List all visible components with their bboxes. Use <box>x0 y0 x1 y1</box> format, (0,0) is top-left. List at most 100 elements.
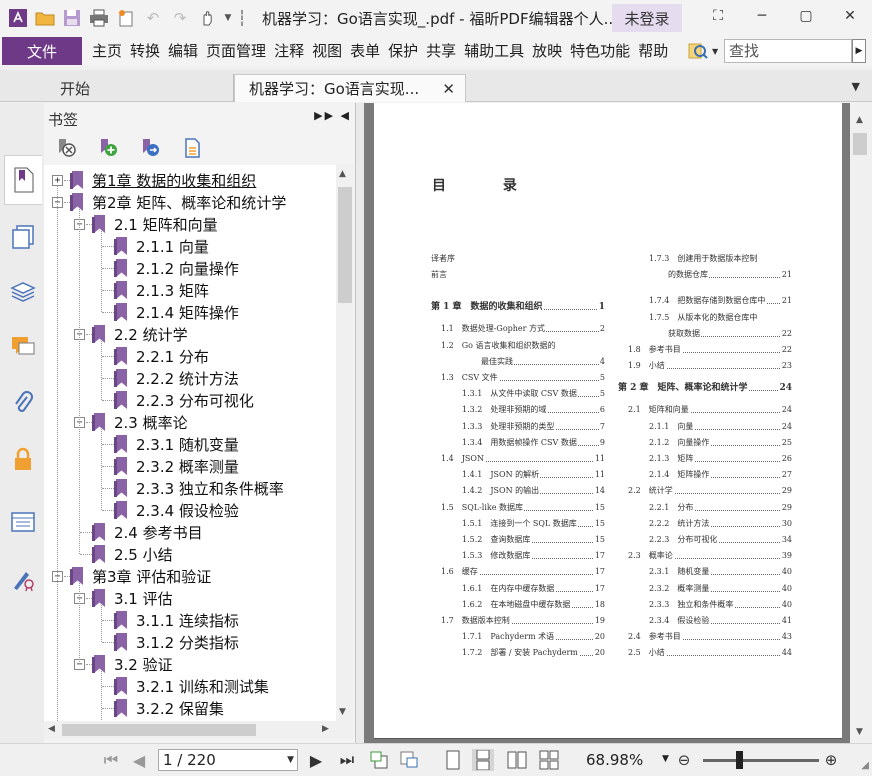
scroll-up-icon[interactable]: ▲ <box>856 115 863 125</box>
save-icon[interactable] <box>60 6 84 30</box>
signature-icon[interactable] <box>6 563 40 595</box>
ribbon-tab-8[interactable]: 保护 <box>384 37 422 65</box>
toc-entry[interactable]: 1.3.4 用数据帧操作 CSV 数据 9 <box>462 437 605 448</box>
ribbon-tab-2[interactable]: 转换 <box>126 37 164 65</box>
ribbon-tab-12[interactable]: 特色功能 <box>566 37 634 65</box>
next-page-icon[interactable]: ▶ <box>305 749 327 771</box>
hand-tool-icon[interactable] <box>195 6 219 30</box>
scroll-down-icon[interactable]: ▼ <box>339 707 346 717</box>
ribbon-tab-1[interactable]: 主页 <box>88 37 126 65</box>
ribbon-tab-6[interactable]: 视图 <box>308 37 346 65</box>
toc-entry[interactable]: 2.1.1 向量 24 <box>649 421 792 432</box>
zoom-out-icon[interactable]: ⊖ <box>673 749 695 771</box>
toc-entry[interactable]: 最佳实践 4 <box>481 356 605 367</box>
fullscreen-icon[interactable]: ⛶ <box>696 0 740 32</box>
bookmark-item[interactable]: 2.1.3 矩阵 <box>114 279 209 301</box>
bookmark-item[interactable]: 3.2.2 保留集 <box>114 697 224 719</box>
previous-page-icon[interactable]: ◀ <box>128 749 150 771</box>
tab-document[interactable]: 机器学习：Go语言实现... ✕ <box>234 74 466 102</box>
attachments-icon[interactable] <box>6 388 40 420</box>
comments-icon[interactable] <box>6 331 40 363</box>
toc-entry[interactable]: 1.5.2 查询数据库 15 <box>462 535 605 545</box>
toc-entry[interactable]: 1.4.2 JSON 的输出 14 <box>462 486 605 497</box>
scroll-left-icon[interactable]: ◀ <box>48 724 55 734</box>
bookmark-item[interactable]: 2.3.2 概率测量 <box>114 455 239 477</box>
toc-entry[interactable]: 1.5 SQL-like 数据库 15 <box>441 502 605 513</box>
ribbon-tab-5[interactable]: 注释 <box>270 37 308 65</box>
form-fields-icon[interactable] <box>6 506 40 538</box>
toc-entry[interactable]: 1.2 Go 语言收集和组织数据的 <box>441 340 605 351</box>
toc-entry[interactable]: 2.3.1 随机变量 40 <box>649 567 792 578</box>
toc-entry[interactable]: 2.2.3 分布可视化 34 <box>649 535 792 545</box>
toc-entry[interactable]: 2.5 小结 44 <box>628 648 792 659</box>
toc-entry[interactable]: 1.5.3 修改数据库 17 <box>462 551 605 562</box>
toc-entry[interactable]: 1.3 CSV 文件 5 <box>441 373 605 383</box>
zoom-slider[interactable] <box>703 759 819 762</box>
toc-entry[interactable]: 2.3.4 假设检验 41 <box>649 616 792 626</box>
toc-entry[interactable]: 1.7.2 部署 / 安装 Pachyderm 20 <box>462 648 605 659</box>
zoom-slider-handle[interactable] <box>736 751 743 769</box>
toc-entry[interactable]: 1.4 JSON 11 <box>441 454 605 464</box>
file-menu-button[interactable]: 文件 <box>2 37 82 65</box>
bookmark-item[interactable]: 2.2 统计学 <box>92 323 188 345</box>
bookmark-horizontal-scrollbar[interactable]: ◀ ▶ <box>44 721 354 739</box>
bookmark-item[interactable]: 2.1.4 矩阵操作 <box>114 301 239 323</box>
toc-entry[interactable]: 1.7.3 创建用于数据版本控制 <box>649 254 792 264</box>
document-vertical-scrollbar[interactable]: ▲ ▼ <box>850 103 872 743</box>
bookmark-item[interactable]: 3.1.2 分类指标 <box>114 631 239 653</box>
toc-entry[interactable]: 1.5.1 连接到一个 SQL 数据库 15 <box>462 518 605 529</box>
add-bookmark-icon[interactable] <box>96 136 122 160</box>
continuous-view-icon[interactable] <box>472 749 494 771</box>
page-dropdown-icon[interactable]: ▼ <box>287 750 294 770</box>
zoom-in-icon[interactable]: ⊕ <box>820 749 842 771</box>
toc-entry[interactable]: 1.3.1 从文件中读取 CSV 数据 5 <box>462 389 605 400</box>
pdf-page[interactable]: 目 录 译者序 前言第 1 章 数据的收集和组织 1 1.1 数据处理-Gopher … <box>374 103 842 739</box>
maximize-icon[interactable]: ▢ <box>784 0 828 32</box>
ribbon-tab-13[interactable]: 帮助 <box>634 37 672 65</box>
redo-icon[interactable]: ↷ <box>168 6 192 30</box>
new-document-icon[interactable] <box>114 6 138 30</box>
toc-entry[interactable]: 2.4 参考书目 43 <box>628 632 792 643</box>
ribbon-tab-3[interactable]: 编辑 <box>164 37 202 65</box>
resize-grip-icon[interactable]: ◢ <box>861 760 869 771</box>
toc-entry[interactable]: 1.6 缓存 17 <box>441 567 605 578</box>
toc-entry[interactable]: 1.7.1 Pachyderm 术语 20 <box>462 632 605 643</box>
minimize-icon[interactable]: ─ <box>740 0 784 32</box>
continuous-facing-view-icon[interactable] <box>538 749 560 771</box>
more-icon[interactable]: ┆ <box>237 6 247 30</box>
next-view-icon[interactable] <box>398 749 420 771</box>
close-tab-icon[interactable]: ✕ <box>442 80 455 98</box>
first-page-icon[interactable]: ⏮ <box>100 749 122 771</box>
toc-entry[interactable]: 2.2.1 分布 29 <box>649 502 792 513</box>
expand-icon[interactable]: + <box>52 175 63 186</box>
scroll-right-icon[interactable]: ▶ <box>322 724 329 734</box>
toc-entry[interactable]: 第 2 章 矩阵、概率论和统计学 24 <box>618 383 792 394</box>
customize-toolbar-icon[interactable]: ▼ <box>222 6 234 30</box>
bookmark-item[interactable]: 2.4 参考书目 <box>92 521 203 543</box>
scroll-thumb[interactable] <box>62 724 256 736</box>
toc-entry[interactable]: 2.3.3 独立和条件概率 40 <box>649 599 792 610</box>
bookmark-item[interactable]: 2.2.3 分布可视化 <box>114 389 254 411</box>
facing-view-icon[interactable] <box>506 749 528 771</box>
bookmark-vertical-scrollbar[interactable]: ▲ ▼ <box>336 165 354 721</box>
bookmark-options-icon[interactable] <box>180 136 206 160</box>
ribbon-tab-11[interactable]: 放映 <box>528 37 566 65</box>
toc-entry[interactable]: 1.1 数据处理-Gopher 方式 2 <box>441 324 605 335</box>
toc-entry[interactable]: 1.7.5 从版本化的数据仓库中 <box>649 312 792 323</box>
toc-entry[interactable]: 2.3.2 概率测量 40 <box>649 583 792 594</box>
toc-entry[interactable]: 获取数据 22 <box>668 328 792 339</box>
toc-entry[interactable]: 2.1 矩阵和向量 24 <box>628 405 792 416</box>
toc-entry[interactable]: 1.9 小结 23 <box>628 361 792 372</box>
last-page-icon[interactable]: ⏭ <box>336 749 358 771</box>
bookmark-item[interactable]: 3.1 评估 <box>92 587 173 609</box>
bookmark-item[interactable]: 2.5 小结 <box>92 543 173 565</box>
previous-view-icon[interactable] <box>368 749 390 771</box>
bookmark-item[interactable]: 2.1.2 向量操作 <box>114 257 239 279</box>
scroll-down-icon[interactable]: ▼ <box>856 727 863 737</box>
delete-bookmark-icon[interactable] <box>54 136 80 160</box>
bookmark-item[interactable]: 2.3.4 假设检验 <box>114 499 239 521</box>
bookmark-item[interactable]: 2.1.1 向量 <box>114 235 209 257</box>
bookmark-item[interactable]: 2.3 概率论 <box>92 411 188 433</box>
open-folder-icon[interactable] <box>33 6 57 30</box>
bookmark-item[interactable]: 第1章 数据的收集和组织 <box>70 169 256 191</box>
